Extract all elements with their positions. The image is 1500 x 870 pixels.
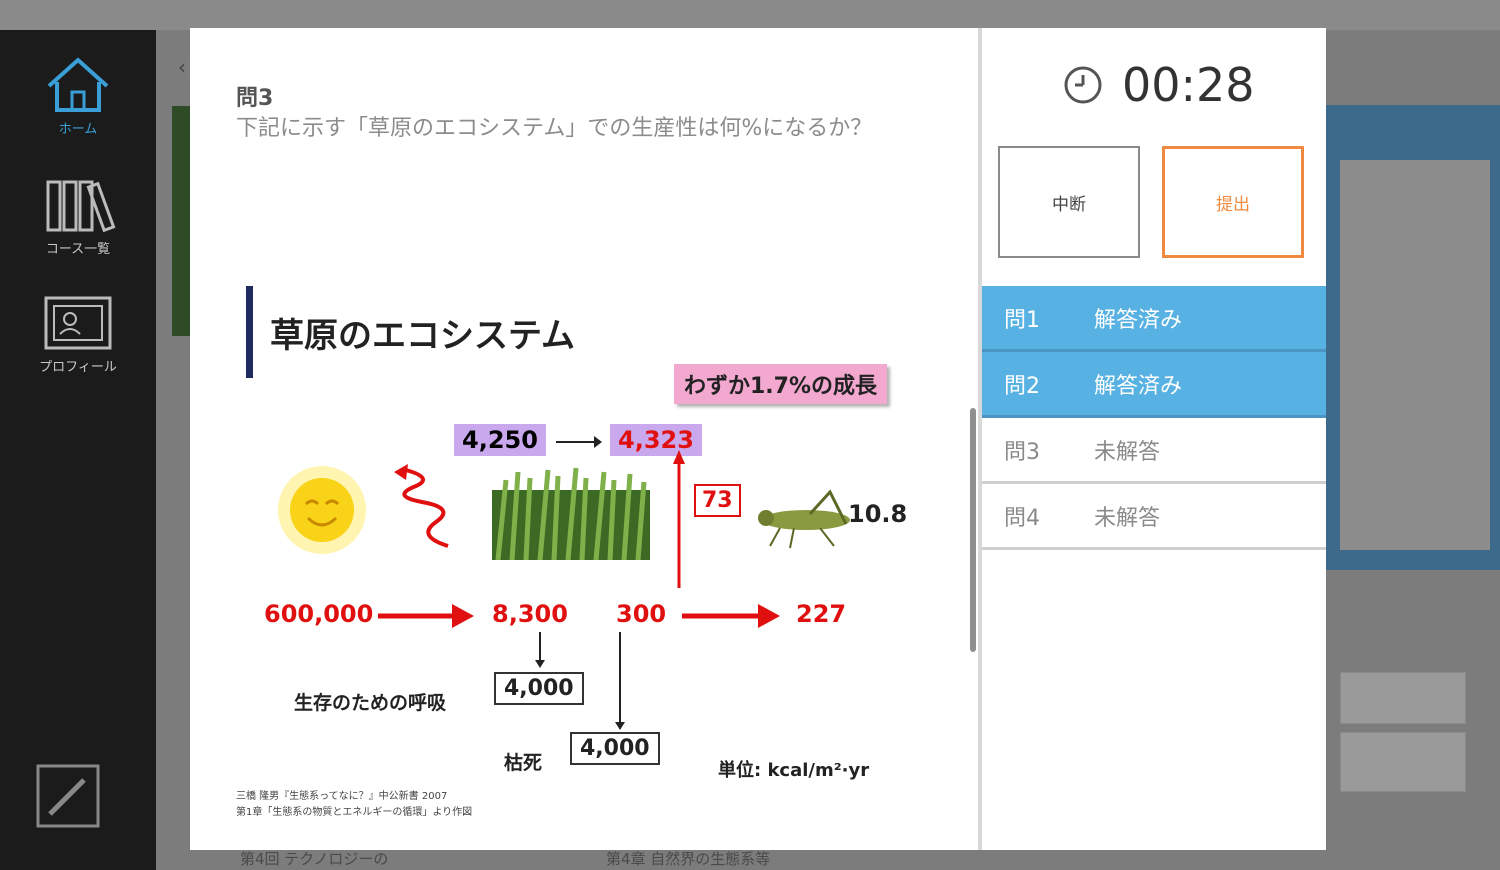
- submit-button[interactable]: 提出: [1162, 146, 1304, 258]
- question-item-3[interactable]: 問3 未解答: [982, 418, 1326, 484]
- grass-image: [492, 467, 650, 560]
- question-number: 問1: [1004, 307, 1040, 333]
- insect-value: 10.8: [848, 500, 908, 528]
- question-item-4[interactable]: 問4 未解答: [982, 484, 1326, 550]
- biomass-after: 4,323: [610, 424, 702, 456]
- quiz-side-panel: 00:28 中断 提出 問1 解答済み 問2 解答済み 問3 未解答 問4 未解…: [982, 28, 1326, 850]
- growth-value: 73: [694, 484, 741, 517]
- figure-citation-2: 第1章「生態系の物質とエネルギーの循環」より作図: [236, 807, 473, 818]
- books-icon: [46, 180, 116, 233]
- arrow-icon: [682, 604, 780, 628]
- app-sidebar: ホーム コース一覧 プロフィール: [0, 30, 156, 870]
- question-list: 問1 解答済み 問2 解答済み 問3 未解答 問4 未解答: [982, 286, 1326, 550]
- question-status: 解答済み: [1094, 373, 1183, 399]
- grasshopper-image: [758, 489, 850, 549]
- respiration-label: 生存のための呼吸: [294, 692, 447, 714]
- sun-energy: 600,000: [264, 600, 374, 628]
- countdown-timer: 00:28: [1062, 58, 1255, 112]
- pause-button[interactable]: 中断: [998, 146, 1140, 258]
- question-number: 問2: [1004, 373, 1040, 399]
- question-number: 問4: [1004, 505, 1040, 531]
- question-status: 解答済み: [1094, 307, 1183, 333]
- sidebar-item-profile[interactable]: プロフィール: [0, 292, 156, 375]
- arrow-icon: [535, 632, 545, 668]
- question-status: 未解答: [1094, 505, 1161, 531]
- question-number: 問3: [1004, 439, 1040, 465]
- plant-to-insect: 300: [616, 600, 667, 628]
- arrow-icon: [378, 604, 474, 628]
- growth-note: わずか1.7%の成長: [674, 364, 888, 404]
- sidebar-item-label: プロフィール: [39, 360, 117, 375]
- edit-icon: [36, 764, 100, 828]
- background-card: [1340, 160, 1490, 550]
- ecosystem-figure: 草原のエコシステム わずか1.7%の成長 4,250 4,323 73 10.8…: [236, 278, 926, 818]
- background-thumbnail: [172, 106, 190, 336]
- arrow-icon: [615, 632, 625, 730]
- respiration-value: 4,000: [494, 672, 584, 705]
- death-value: 4,000: [570, 732, 660, 765]
- edit-button[interactable]: [36, 764, 100, 832]
- figure-title-bar: [246, 286, 253, 378]
- back-chevron-icon: ‹: [178, 55, 186, 79]
- question-area: 問3 下記に示す「草原のエコシステム」での生産性は何%になるか？ 草原のエコシス…: [190, 28, 978, 850]
- question-item-1[interactable]: 問1 解答済み: [982, 286, 1326, 352]
- quiz-modal: 問3 下記に示す「草原のエコシステム」での生産性は何%になるか？ 草原のエコシス…: [190, 28, 1326, 850]
- profile-icon: [44, 296, 112, 350]
- sidebar-item-home[interactable]: ホーム: [0, 54, 156, 137]
- app-title-bar: [0, 0, 1500, 30]
- background-card: [1340, 672, 1466, 724]
- death-label: 枯死: [504, 752, 543, 774]
- arrow-icon: [556, 436, 602, 448]
- question-text: 下記に示す「草原のエコシステム」での生産性は何%になるか？: [236, 116, 873, 141]
- sun-icon: [278, 466, 366, 554]
- background-footer-item: 第4回 テクノロジーの: [240, 850, 389, 868]
- question-scrollbar[interactable]: [970, 408, 976, 652]
- sidebar-item-label: ホーム: [58, 122, 98, 137]
- figure-title: 草原のエコシステム: [270, 316, 575, 356]
- question-status: 未解答: [1094, 439, 1161, 465]
- sidebar-item-courses[interactable]: コース一覧: [0, 174, 156, 257]
- timer-value: 00:28: [1122, 58, 1255, 112]
- clock-icon: [1064, 66, 1102, 104]
- unit-label: 単位: kcal/m²·yr: [718, 760, 870, 781]
- sidebar-item-label: コース一覧: [45, 242, 111, 257]
- plant-energy: 8,300: [492, 600, 568, 628]
- energy-wave-icon: [394, 464, 449, 548]
- home-icon: [47, 57, 109, 112]
- background-footer-item: 第4章 自然界の生態系等: [606, 850, 771, 868]
- figure-citation-1: 三橋 隆男『生態系ってなに？』中公新書 2007: [236, 791, 448, 802]
- biomass-before: 4,250: [454, 424, 546, 456]
- insect-energy: 227: [796, 600, 847, 628]
- question-item-2[interactable]: 問2 解答済み: [982, 352, 1326, 418]
- background-card: [1340, 732, 1466, 792]
- growth-arrow-icon: [673, 450, 685, 588]
